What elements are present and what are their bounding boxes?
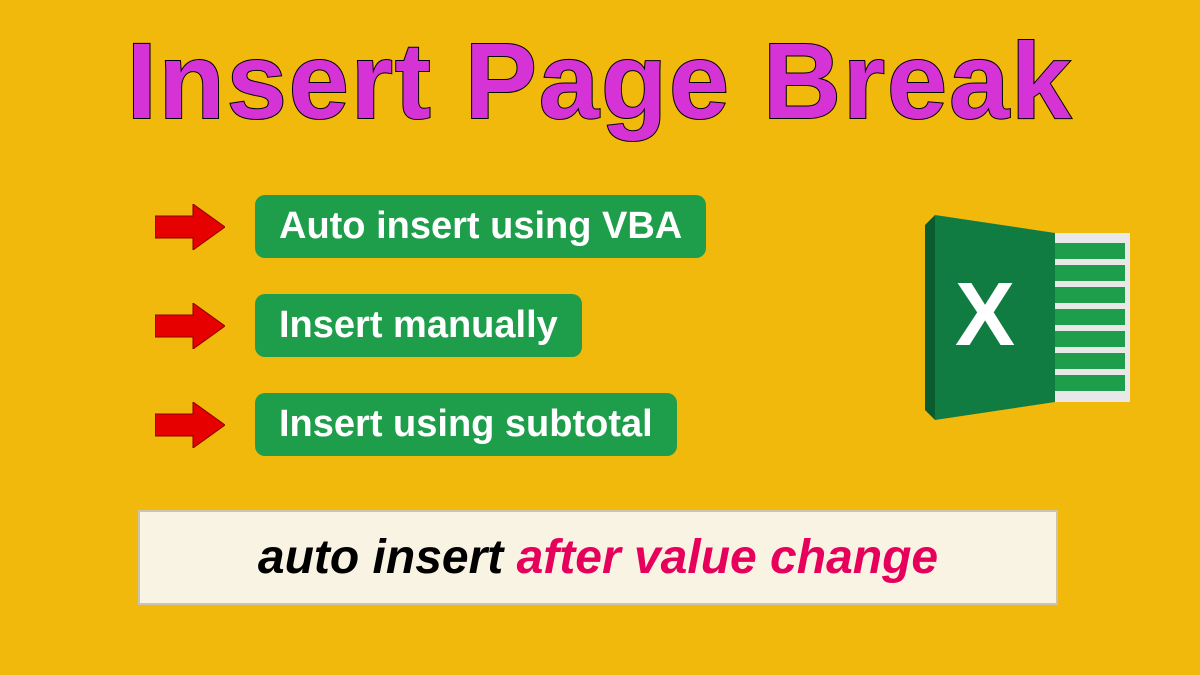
- footer-text-2: after value change: [517, 531, 939, 584]
- arrow-icon: [155, 204, 225, 250]
- bullet-label: Insert manually: [255, 294, 582, 357]
- bullet-label: Insert using subtotal: [255, 393, 677, 456]
- page-title: Insert Page Break: [0, 0, 1200, 143]
- list-item: Insert using subtotal: [155, 393, 706, 456]
- svg-text:X: X: [955, 265, 1015, 365]
- arrow-icon: [155, 402, 225, 448]
- footer-caption: auto insert after value change: [138, 510, 1058, 605]
- list-item: Auto insert using VBA: [155, 195, 706, 258]
- bullet-label: Auto insert using VBA: [255, 195, 706, 258]
- list-item: Insert manually: [155, 294, 706, 357]
- bullet-list: Auto insert using VBA Insert manually In…: [155, 195, 706, 492]
- excel-icon: X: [925, 215, 1140, 420]
- arrow-icon: [155, 303, 225, 349]
- footer-text-1: auto insert: [258, 531, 517, 584]
